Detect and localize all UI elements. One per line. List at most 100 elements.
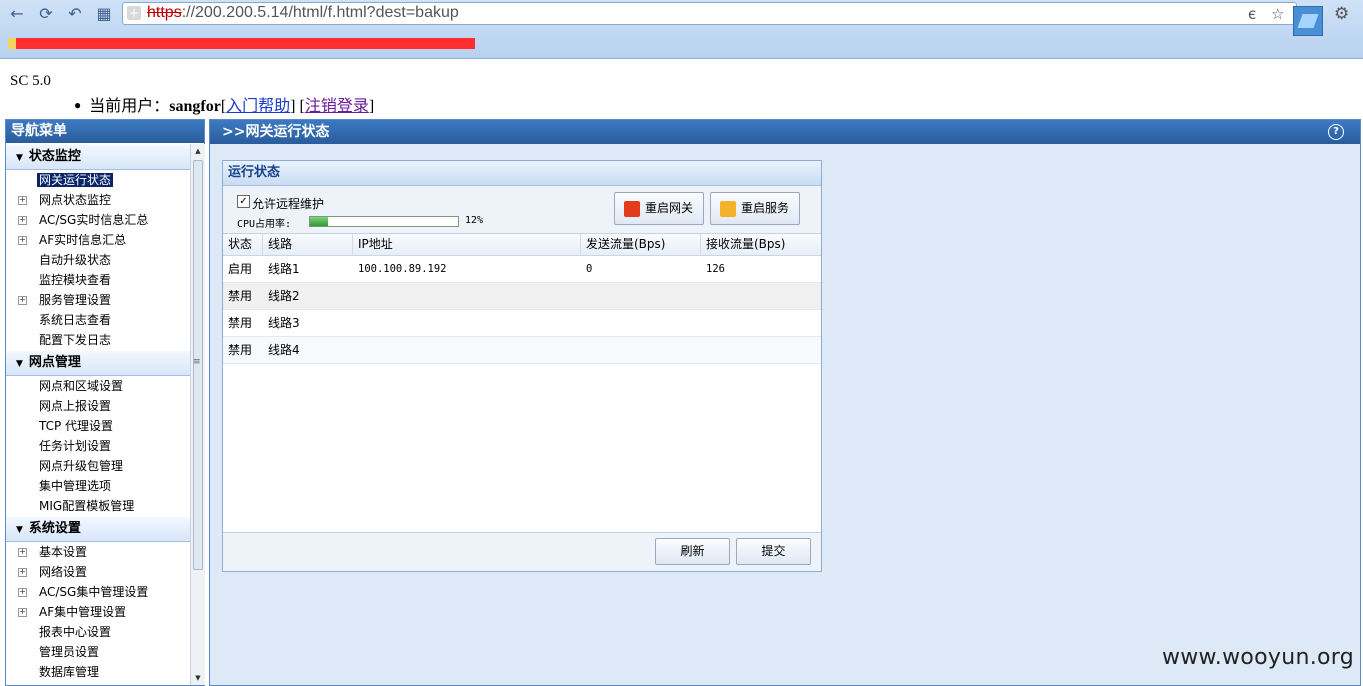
nav-item-label: 网点上报设置 [39,399,112,413]
expand-icon[interactable]: + [18,568,27,577]
column-header[interactable]: 发送流量(Bps) [581,234,701,255]
status-cell: 禁用 [228,289,253,303]
nav-item-label: 基本设置 [39,545,88,559]
nav-item[interactable]: 监控模块查看 [6,270,190,290]
refresh-button[interactable]: 刷新 [655,538,730,565]
expand-icon[interactable]: + [18,296,27,305]
home-icon[interactable]: ▦ [95,5,113,23]
nav-item-label: 管理员设置 [39,645,100,659]
nav-item[interactable]: 管理员设置 [6,642,190,662]
submit-button[interactable]: 提交 [736,538,811,565]
expand-icon[interactable]: + [18,196,27,205]
nav-section[interactable]: ▼ 状态监控 [6,144,190,170]
scroll-down-icon[interactable]: ▼ [191,671,205,685]
restart-service-button[interactable]: 重启服务 [710,192,800,225]
undo-icon[interactable]: ↶ [66,5,84,23]
expand-icon[interactable]: + [18,548,27,557]
cpu-value: 12% [465,215,484,226]
restart-service-label: 重启服务 [741,201,790,215]
expand-icon[interactable]: + [18,236,27,245]
watermark: www.wooyun.org [1161,645,1354,670]
column-header[interactable]: IP地址 [353,234,581,255]
line-cell: 线路4 [268,343,300,357]
table-header: 状态 线路 IP地址 发送流量(Bps) 接收流量(Bps) [223,234,821,256]
table-row[interactable]: 禁用 线路4 [223,337,821,364]
cpu-progress-bar [309,216,459,227]
redacted-bookmarks-bar [8,38,475,49]
site-info-icon[interactable]: + [127,6,141,20]
reload-icon[interactable]: ⟳ [37,5,55,23]
nav-item-label: TCP 代理设置 [39,419,114,433]
nav-item[interactable]: 网点和区域设置 [6,376,190,396]
nav-scrollbar[interactable]: ▲ ≡ ▼ [190,144,205,685]
nav-item[interactable]: + 网点状态监控 [6,190,190,210]
wrench-icon[interactable]: ⚙ [1334,4,1349,24]
table-row[interactable]: 禁用 线路2 [223,283,821,310]
expand-icon[interactable]: + [18,588,27,597]
nav-item[interactable]: + 网络设置 [6,562,190,582]
star-icon[interactable]: ☆ [1271,5,1284,23]
line-cell: 线路3 [268,316,300,330]
nav-tree: ▼ 状态监控 网关运行状态 + 网点状态监控 + AC/SG实时信息汇总 + AF实时信息汇总自… [6,144,190,685]
send-cell: 0 [586,263,593,275]
nav-item[interactable]: 网关运行状态 [6,170,190,190]
status-card: 运行状态 ✓ 允许远程维护 CPU占用率: 12% 重启网关 重启服务 状态 线… [222,160,822,572]
collapse-icon[interactable]: ▼ [16,353,23,376]
table-body: 启用 线路1 100.100.89.192 0 126 禁用 线路2 禁用 线路… [223,256,821,364]
nav-item[interactable]: + AC/SG实时信息汇总 [6,210,190,230]
column-header[interactable]: 接收流量(Bps) [701,234,821,255]
cpu-progress-fill [310,217,328,226]
nav-item-label: AC/SG集中管理设置 [39,585,149,599]
help-link[interactable]: 入门帮助 [226,98,290,115]
nav-section[interactable]: ▼ 网点管理 [6,350,190,376]
ip-cell [353,310,358,336]
main-title-bar: >>网关运行状态 ? [210,120,1360,144]
nav-item-label: AF集中管理设置 [39,605,127,619]
recv-cell [701,310,706,336]
nav-item[interactable]: 报表中心设置 [6,622,190,642]
help-icon[interactable]: ? [1328,124,1344,140]
table-row[interactable]: 启用 线路1 100.100.89.192 0 126 [223,256,821,283]
table-row[interactable]: 禁用 线路3 [223,310,821,337]
nav-item[interactable]: TCP 代理设置 [6,416,190,436]
nav-item[interactable]: + AF集中管理设置 [6,602,190,622]
nav-item[interactable]: + AC/SG集中管理设置 [6,582,190,602]
nav-item[interactable]: + 基本设置 [6,542,190,562]
nav-item-label: 集中管理选项 [39,479,112,493]
nav-item[interactable]: 任务计划设置 [6,436,190,456]
nav-item-label: 监控模块查看 [39,273,112,287]
expand-icon[interactable]: + [18,216,27,225]
nav-item[interactable]: MIG配置模板管理 [6,496,190,516]
nav-item[interactable]: 自动升级状态 [6,250,190,270]
nav-item[interactable]: 网点上报设置 [6,396,190,416]
restart-gateway-label: 重启网关 [645,201,694,215]
column-header[interactable]: 线路 [263,234,353,255]
service-icon [720,201,736,217]
bullet-icon: ● [74,98,82,112]
back-icon[interactable]: ← [8,5,26,23]
collapse-icon[interactable]: ▼ [16,519,23,542]
nav-item-label: 系统日志查看 [39,313,112,327]
column-header[interactable]: 状态 [223,234,263,255]
nav-item[interactable]: 系统日志查看 [6,310,190,330]
nav-item[interactable]: 网点升级包管理 [6,456,190,476]
address-bar[interactable]: + https://200.200.5.14/html/f.html?dest=… [122,2,1297,25]
scroll-up-icon[interactable]: ▲ [191,144,205,158]
nav-item[interactable]: + 服务管理设置 [6,290,190,310]
allow-remote-checkbox[interactable]: ✓ [237,195,250,208]
status-cell: 禁用 [228,343,253,357]
extension-icon[interactable] [1293,6,1323,36]
nav-item[interactable]: 配置下发日志 [6,330,190,350]
collapse-icon[interactable]: ▼ [16,147,23,170]
ie-icon[interactable]: є [1248,5,1256,23]
nav-item[interactable]: 集中管理选项 [6,476,190,496]
expand-icon[interactable]: + [18,608,27,617]
restart-gateway-button[interactable]: 重启网关 [614,192,704,225]
nav-item[interactable]: + AF实时信息汇总 [6,230,190,250]
nav-section[interactable]: ▼ 系统设置 [6,516,190,542]
card-toolbar: ✓ 允许远程维护 CPU占用率: 12% 重启网关 重启服务 [223,186,821,234]
logout-link[interactable]: 注销登录 [305,98,369,115]
url-text[interactable]: https://200.200.5.14/html/f.html?dest=ba… [147,4,459,22]
grip-icon: ≡ [193,357,201,367]
nav-item[interactable]: 数据库管理 [6,662,190,682]
